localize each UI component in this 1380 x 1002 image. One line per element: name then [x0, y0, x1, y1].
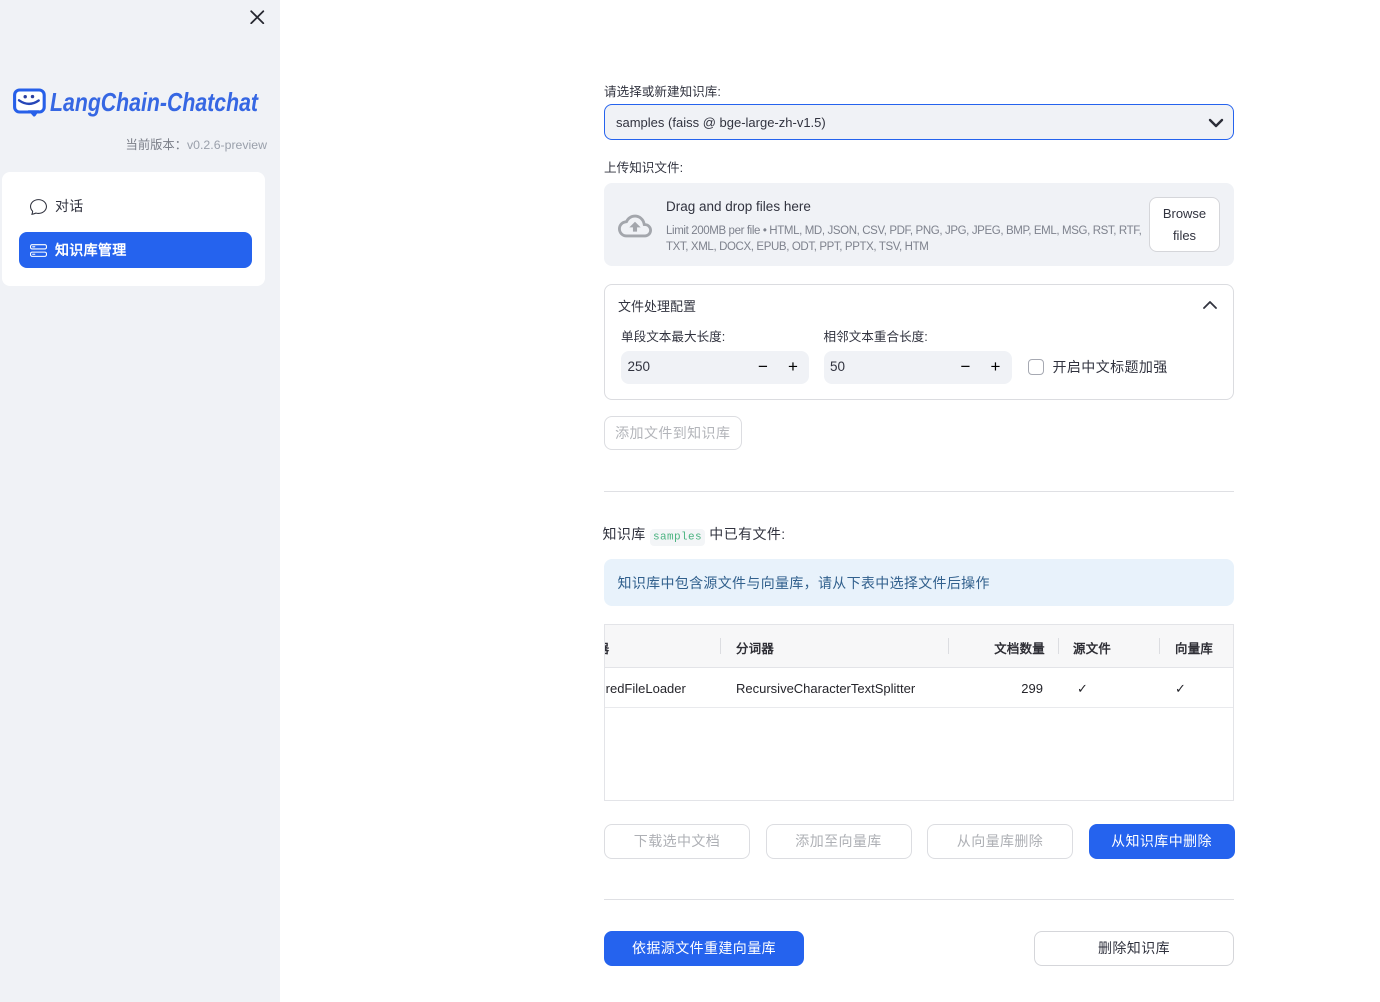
- svg-text:LangChain-Chatchat: LangChain-Chatchat: [50, 88, 259, 117]
